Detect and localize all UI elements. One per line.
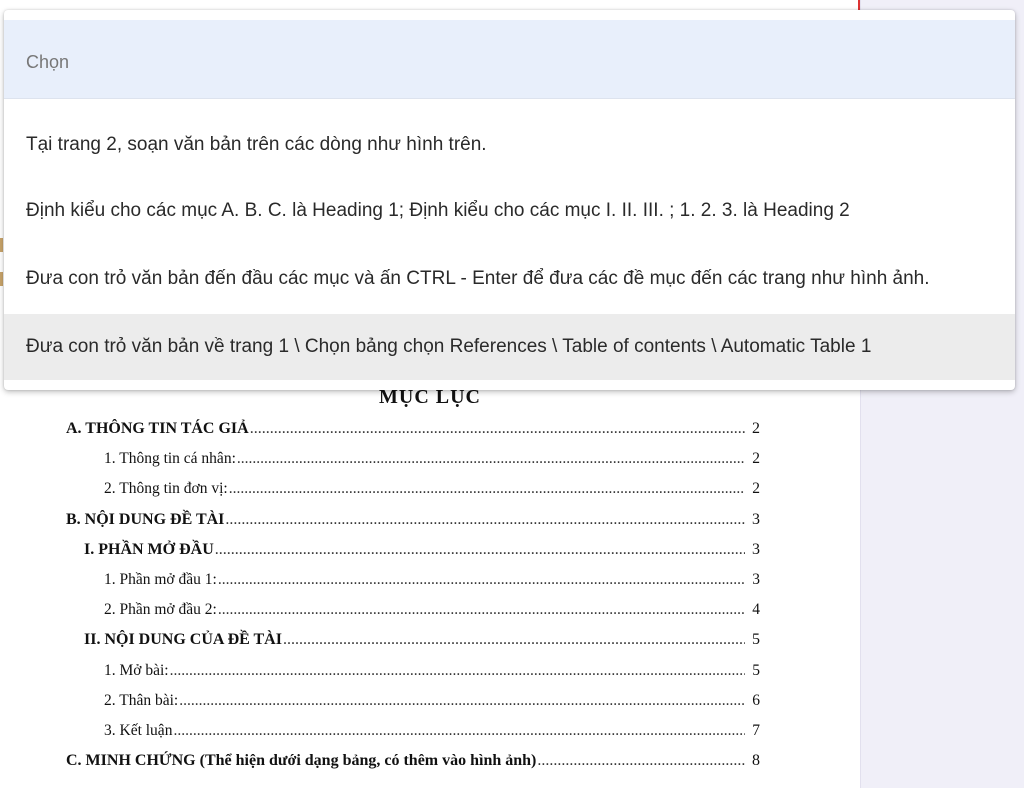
toc-entry: 1. Mở bài: 5 xyxy=(60,656,760,686)
toc-leader xyxy=(218,595,745,625)
toc-entry: I. PHẦN MỞ ĐẦU 3 xyxy=(60,535,760,565)
margin-marker xyxy=(0,238,3,252)
toc-entry-text: 1. Mở bài: xyxy=(104,661,169,679)
toc-leader xyxy=(283,625,745,655)
toc-entry-text: B. NỘI DUNG ĐỀ TÀI xyxy=(66,510,225,528)
toc-entry: 1. Phần mở đầu 1: 3 xyxy=(60,565,760,595)
toc-leader xyxy=(218,565,745,595)
toc-entry-page: 7 xyxy=(752,721,760,739)
toc-entry-text: 1. Thông tin cá nhân: xyxy=(104,450,236,468)
table-of-contents: MỤC LỤC A. THÔNG TIN TÁC GIẢ2 1. Thông t… xyxy=(60,384,760,776)
toc-entry-page: 2 xyxy=(752,420,760,437)
toc-entry-page: 3 xyxy=(752,510,760,528)
toc-entry-text: 2. Thông tin đơn vị: xyxy=(104,480,228,498)
toc-entry: 2. Phần mở đầu 2: 4 xyxy=(60,595,760,625)
toc-leader xyxy=(225,505,745,535)
toc-entry-text: 2. Thân bài: xyxy=(104,691,179,709)
toc-entry-text: 1. Phần mở đầu 1: xyxy=(104,570,217,588)
toc-entry-text: 3. Kết luận xyxy=(104,721,173,739)
toc-entry-page: 5 xyxy=(752,631,760,649)
toc-leader xyxy=(215,535,745,565)
toc-entry-text: A. THÔNG TIN TÁC GIẢ xyxy=(66,420,249,437)
toc-entry: B. NỘI DUNG ĐỀ TÀI 3 xyxy=(60,505,760,535)
toc-entry: C. MINH CHỨNG (Thể hiện dưới dạng bảng, … xyxy=(60,746,760,776)
toc-entry-page: 4 xyxy=(752,601,760,619)
toc-leader xyxy=(537,746,745,776)
toc-entry: II. NỘI DUNG CỦA ĐỀ TÀI 5 xyxy=(60,625,760,655)
dropdown-option-label: Định kiểu cho các mục A. B. C. là Headin… xyxy=(26,200,850,221)
toc-leader xyxy=(170,656,745,686)
toc-entry: 2. Thân bài: 6 xyxy=(60,686,760,716)
dropdown-option-label: Đưa con trỏ văn bản đến đầu các mục và ấ… xyxy=(26,268,930,289)
dropdown-placeholder-option[interactable]: Chọn xyxy=(4,20,1015,99)
select-dropdown-menu: Chọn Tại trang 2, soạn văn bản trên các … xyxy=(4,10,1015,390)
dropdown-option[interactable]: Định kiểu cho các mục A. B. C. là Headin… xyxy=(4,178,1015,244)
dropdown-option-label: Đưa con trỏ văn bản về trang 1 \ Chọn bả… xyxy=(26,336,872,357)
toc-entry-text: II. NỘI DUNG CỦA ĐỀ TÀI xyxy=(84,631,282,649)
dropdown-placeholder-label: Chọn xyxy=(26,52,70,72)
toc-entry: A. THÔNG TIN TÁC GIẢ 2 xyxy=(60,414,760,444)
toc-entry: 3. Kết luận 7 xyxy=(60,716,760,746)
toc-leader xyxy=(229,474,745,504)
toc-entry-page: 2 xyxy=(752,480,760,498)
toc-entry-page: 6 xyxy=(752,691,760,709)
toc-entry-page: 5 xyxy=(752,661,760,679)
dropdown-option-highlighted[interactable]: Đưa con trỏ văn bản về trang 1 \ Chọn bả… xyxy=(4,314,1015,380)
toc-entry-page: 2 xyxy=(752,450,760,468)
toc-leader xyxy=(237,444,745,474)
toc-leader xyxy=(179,686,745,716)
dropdown-option[interactable]: Tại trang 2, soạn văn bản trên các dòng … xyxy=(4,112,1015,178)
dropdown-option[interactable]: Đưa con trỏ văn bản đến đầu các mục và ấ… xyxy=(4,246,1015,312)
toc-entry-page: 3 xyxy=(752,540,760,558)
margin-marker xyxy=(0,272,3,286)
toc-leader xyxy=(173,716,745,746)
toc-entry: 1. Thông tin cá nhân: 2 xyxy=(60,444,760,474)
toc-entry: 2. Thông tin đơn vị: 2 xyxy=(60,474,760,504)
toc-leader xyxy=(250,414,745,444)
toc-entry-page: 3 xyxy=(752,570,760,588)
dropdown-option-label: Tại trang 2, soạn văn bản trên các dòng … xyxy=(26,134,487,155)
toc-entry-page: 8 xyxy=(752,752,760,770)
toc-entry-text: I. PHẦN MỞ ĐẦU xyxy=(84,540,214,558)
toc-entry-text: C. MINH CHỨNG (Thể hiện dưới dạng bảng, … xyxy=(66,752,537,770)
toc-entry-text: 2. Phần mở đầu 2: xyxy=(104,601,217,619)
